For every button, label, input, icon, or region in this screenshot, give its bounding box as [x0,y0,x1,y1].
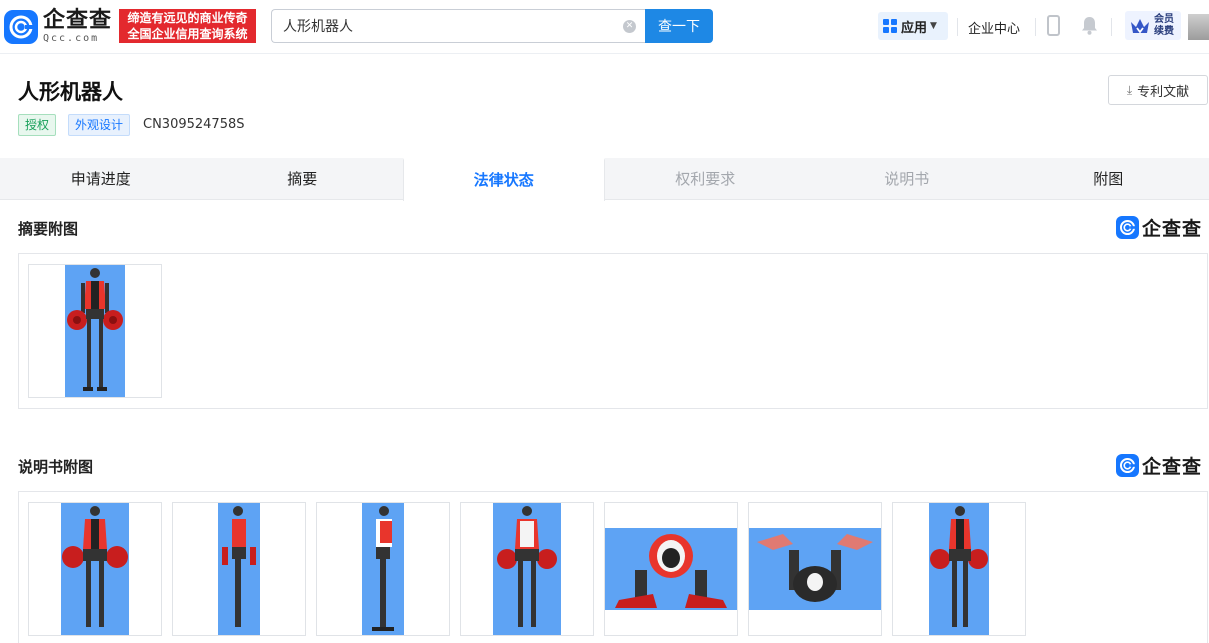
spec-drawing-thumbnail[interactable] [460,502,594,636]
page-title: 人形机器人 [18,80,123,104]
qcc-watermark-logo: 企查查 [1116,215,1203,240]
qcc-logo[interactable]: 企查查 Qcc.com [4,8,116,46]
spec-drawing-panel [18,491,1208,643]
search-button[interactable]: 查一下 [645,9,713,43]
robot-right-view [362,503,404,635]
search-input[interactable] [272,10,602,42]
header-divider [1111,18,1112,36]
patent-document-label: 专利文献 [1137,84,1190,100]
enterprise-center-link[interactable]: 企业中心 [968,18,1020,37]
spec-drawing-title: 说明书附图 [18,458,94,476]
robot-back-view [493,503,561,635]
detail-tabs: 申请进度 摘要 法律状态 权利要求 说明书 附图 [0,158,1209,201]
header-divider [1035,18,1036,36]
tab-legal-status[interactable]: 法律状态 [403,158,605,201]
watermark-text: 企查查 [1142,455,1203,478]
robot-perspective-view [929,503,989,635]
apps-label: 应用 [901,20,928,36]
qcc-logo-icon [1116,215,1139,239]
watermark-text: 企查查 [1142,217,1203,240]
patent-detail-page: 企查查 Qcc.com 缔造有远见的商业传奇 全国企业信用查询系统 ✕ 查一下 … [0,0,1209,643]
download-icon: ⤓ [1126,82,1133,97]
qcc-logo-icon [1116,453,1139,477]
tab-abstract[interactable]: 摘要 [202,158,404,200]
publication-number: CN309524758S [143,117,245,132]
tab-claims[interactable]: 权利要求 [605,158,807,200]
tab-description[interactable]: 说明书 [806,158,1008,200]
member-label-2: 续费 [1154,25,1174,37]
robot-front-view [61,503,129,635]
header-divider [957,18,958,36]
slogan-line-2: 全国企业信用查询系统 [127,27,248,41]
robot-top-view [605,528,737,610]
abstract-drawing-thumbnail[interactable] [28,264,162,398]
slogan-banner: 缔造有远见的商业传奇 全国企业信用查询系统 [119,9,256,43]
qcc-logo-icon [4,10,38,44]
slogan-line-1: 缔造有远见的商业传奇 [127,11,248,25]
spec-drawing-thumbnail[interactable] [604,502,738,636]
chevron-down-icon: ▼ [930,21,937,31]
member-label-1: 会员 [1154,13,1174,25]
type-badge: 外观设计 [68,114,131,136]
clear-icon[interactable]: ✕ [623,20,636,33]
tab-application-progress[interactable]: 申请进度 [0,158,202,200]
apps-menu[interactable]: 应用 ▼ [878,12,948,40]
spec-drawing-thumbnail[interactable] [172,502,306,636]
robot-left-view [218,503,260,635]
abstract-drawing-panel [18,253,1208,409]
spec-drawing-thumbnail[interactable] [28,502,162,636]
phone-icon[interactable] [1047,15,1060,36]
spec-drawing-thumbnail[interactable] [892,502,1026,636]
status-badge: 授权 [18,114,57,136]
grid-icon [883,19,897,33]
logo-en-text: Qcc.com [43,33,100,44]
abstract-drawing-title: 摘要附图 [18,220,79,238]
spec-drawing-thumbnail[interactable] [748,502,882,636]
robot-front-figure [65,265,125,397]
crown-icon [1131,18,1149,33]
top-header: 企查查 Qcc.com 缔造有远见的商业传奇 全国企业信用查询系统 ✕ 查一下 … [0,0,1209,54]
avatar[interactable] [1188,14,1209,40]
bell-icon[interactable] [1081,16,1098,39]
member-renew-button[interactable]: 会员 续费 [1125,11,1181,40]
spec-drawing-thumbnail[interactable] [316,502,450,636]
tab-drawings[interactable]: 附图 [1008,158,1209,200]
qcc-watermark-logo: 企查查 [1116,453,1203,478]
robot-bottom-view [749,528,881,610]
search-box: ✕ [271,9,645,43]
logo-cn-text: 企查查 [43,8,113,33]
patent-document-button[interactable]: ⤓ 专利文献 [1108,75,1208,105]
